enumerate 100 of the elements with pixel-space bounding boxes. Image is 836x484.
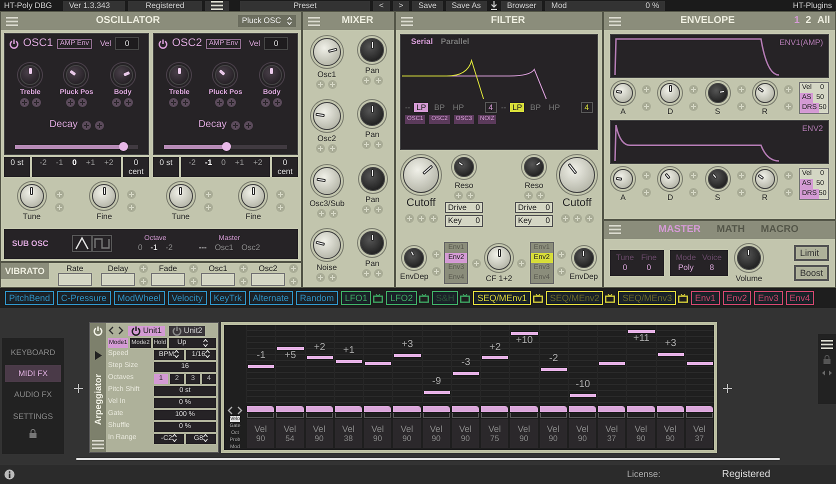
monitor-icon[interactable] — [418, 294, 429, 302]
note-bar[interactable] — [482, 356, 508, 360]
knob[interactable] — [168, 184, 193, 208]
lock-icon[interactable] — [29, 428, 37, 438]
play-icon[interactable] — [94, 350, 102, 360]
velocity-cell[interactable]: Vel 90 — [452, 419, 479, 448]
resize-arrows-icon[interactable] — [822, 370, 832, 376]
drive-field[interactable]: Drive 0 — [515, 202, 553, 214]
sidebar-item[interactable]: AUDIO FX — [5, 386, 61, 404]
setting-value[interactable]: 0 — [616, 263, 634, 273]
tie-toggle[interactable] — [568, 413, 596, 418]
octave-option[interactable]: +2 — [252, 158, 264, 176]
mod-field[interactable]: Mod 0 % — [545, 0, 666, 10]
knob[interactable] — [708, 169, 728, 190]
note-bar[interactable] — [277, 346, 304, 350]
velocity-cell[interactable]: Vel 54 — [276, 419, 304, 448]
key-field[interactable]: Key 0 — [445, 215, 483, 227]
setting-value[interactable]: 8 — [702, 263, 722, 273]
gate-bar[interactable] — [306, 406, 333, 412]
note-bar[interactable] — [365, 362, 392, 366]
tie-toggle[interactable] — [334, 413, 362, 418]
gate-bar[interactable] — [540, 406, 567, 412]
mod-source-button[interactable]: KeyTrk — [210, 290, 246, 306]
lock-icon[interactable] — [823, 355, 831, 364]
download-icon[interactable] — [490, 1, 498, 10]
note-bar[interactable] — [540, 368, 567, 371]
note-bar[interactable] — [511, 332, 538, 336]
note-bar[interactable] — [599, 362, 626, 366]
sidebar-item[interactable]: KEYBOARD — [5, 344, 61, 362]
mod-source-button[interactable]: LFO1 — [340, 290, 372, 306]
setting-value[interactable]: Poly — [676, 263, 696, 273]
slider-thumb[interactable] — [119, 142, 128, 151]
gate-bar[interactable] — [568, 406, 596, 412]
knob[interactable] — [360, 230, 384, 255]
add-icon[interactable] — [74, 384, 83, 392]
tie-toggle[interactable] — [276, 413, 304, 418]
knob[interactable] — [313, 166, 342, 195]
param-field[interactable] — [251, 272, 285, 286]
knob[interactable] — [20, 65, 40, 86]
monitor-icon[interactable] — [373, 294, 384, 302]
knob[interactable] — [454, 157, 474, 177]
info-icon[interactable] — [4, 469, 15, 480]
octave-option[interactable]: -2 — [188, 158, 197, 176]
cent-field[interactable]: 0 cent — [272, 157, 298, 178]
filter-type-option[interactable]: HP — [450, 103, 466, 112]
knob[interactable] — [524, 157, 544, 177]
routing-tab[interactable]: Parallel — [440, 37, 470, 46]
tie-toggle[interactable] — [481, 413, 508, 418]
monitor-icon[interactable] — [678, 294, 688, 302]
power-icon[interactable] — [158, 38, 168, 49]
param-field[interactable] — [58, 272, 92, 286]
knob[interactable] — [660, 83, 680, 103]
off-option[interactable]: -- — [501, 103, 506, 112]
preset-field[interactable]: Preset — [240, 0, 370, 10]
note-bar[interactable] — [394, 354, 420, 357]
gate-bar[interactable] — [452, 406, 479, 412]
mod-source-button[interactable]: ModWheel — [114, 290, 165, 306]
knob[interactable] — [660, 169, 680, 190]
key-field[interactable]: Key 0 — [515, 215, 553, 227]
vel-field[interactable]: 0 — [264, 37, 288, 50]
page-tab[interactable]: All — [817, 15, 830, 27]
knob[interactable] — [312, 38, 341, 66]
chevron-left-icon[interactable] — [108, 326, 114, 335]
nav-button[interactable]: > — [392, 0, 410, 10]
param-field[interactable] — [101, 272, 135, 286]
velocity-cell[interactable]: Vel 90 — [364, 419, 392, 448]
toggle-button[interactable]: Boost — [794, 264, 829, 282]
mod-source-button[interactable]: Random — [296, 290, 338, 306]
mod-source-button[interactable]: Env2 — [722, 290, 752, 306]
tie-toggle[interactable] — [393, 413, 420, 418]
octave-option[interactable]: -1 — [204, 158, 214, 176]
velocity-cell[interactable]: Vel 90 — [247, 419, 274, 448]
master-option[interactable]: --- — [198, 242, 207, 252]
tie-toggle[interactable] — [452, 413, 479, 418]
velocity-cell[interactable]: Vel 90 — [510, 419, 538, 448]
power-icon[interactable] — [131, 326, 141, 336]
chevron-left-icon[interactable] — [227, 406, 233, 415]
knob[interactable] — [262, 65, 282, 86]
plus-icon[interactable] — [517, 258, 526, 268]
tie-toggle[interactable] — [686, 413, 713, 418]
knob[interactable] — [574, 248, 594, 268]
gate-bar[interactable] — [598, 406, 626, 412]
note-bar[interactable] — [628, 330, 654, 333]
mod-source-button[interactable]: PitchBend — [5, 290, 54, 306]
model-select[interactable]: Pluck OSC — [238, 15, 296, 27]
poles-field[interactable]: 4 — [580, 102, 593, 114]
gate-bar[interactable] — [247, 406, 274, 412]
gate-bar[interactable] — [656, 406, 684, 412]
velocity-cell[interactable]: Vel 90 — [568, 419, 596, 448]
knob[interactable] — [169, 65, 190, 86]
tie-toggle[interactable] — [627, 413, 654, 418]
poles-field[interactable]: 4 — [484, 102, 497, 114]
gate-bar[interactable] — [686, 406, 713, 412]
setting-value[interactable]: 0 — [640, 263, 658, 273]
filter-type-option[interactable]: BP — [432, 103, 447, 112]
note-bar[interactable] — [658, 353, 684, 356]
semitone-field[interactable]: 0 st — [4, 157, 30, 178]
note-bar[interactable] — [306, 356, 333, 360]
filter-type-option[interactable]: LP — [414, 103, 428, 112]
note-bar[interactable] — [248, 364, 274, 368]
